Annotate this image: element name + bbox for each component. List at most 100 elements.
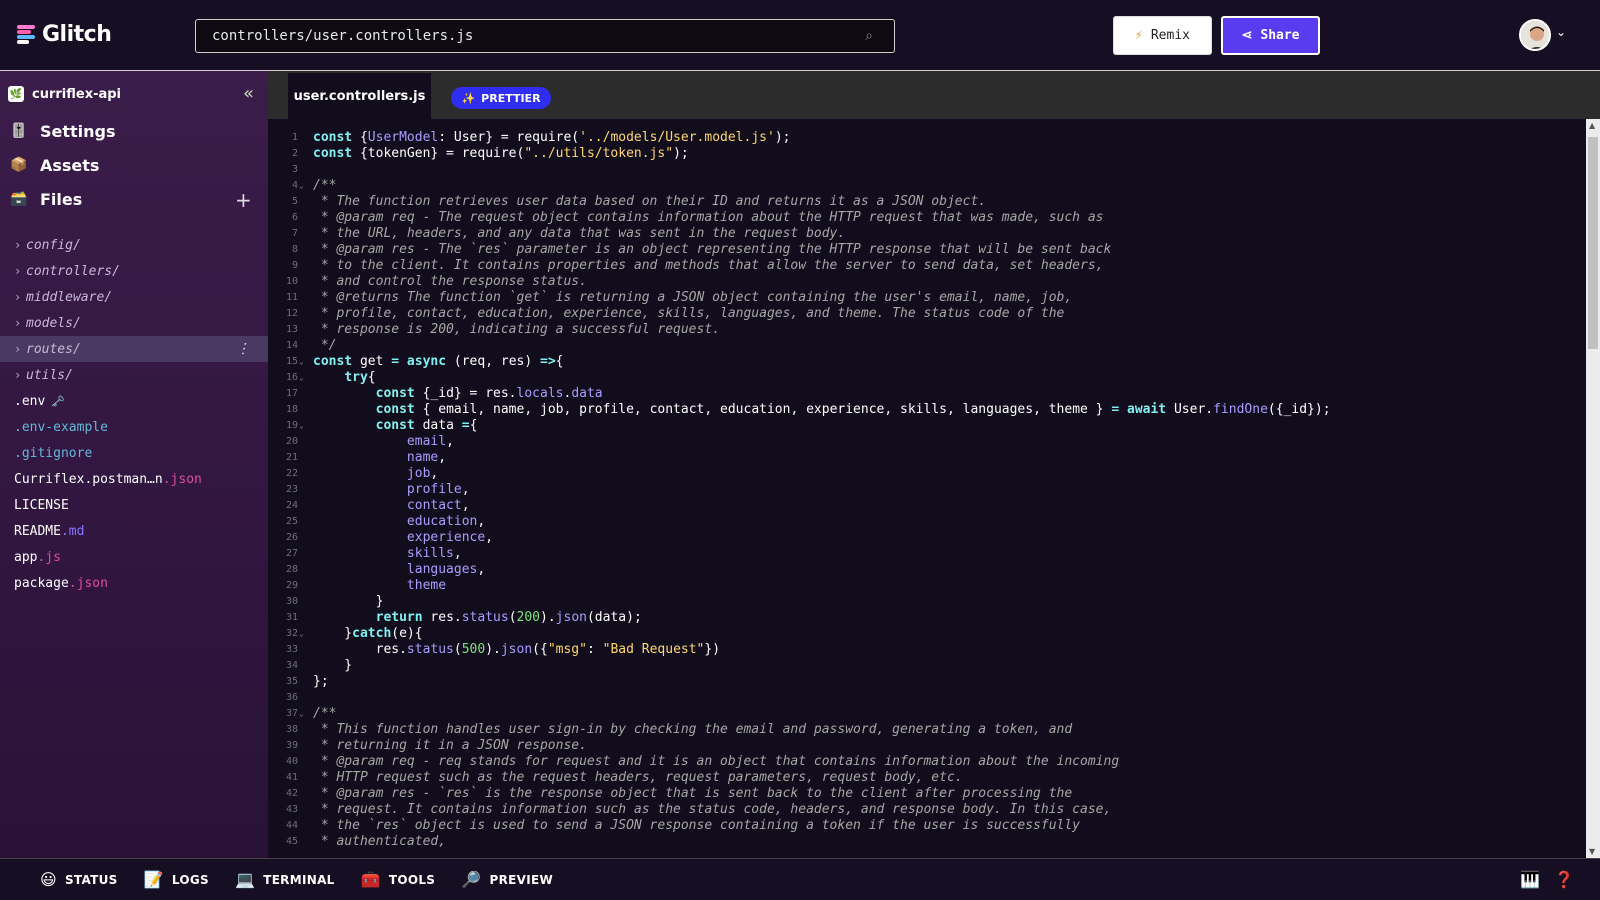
code-token: ,	[453, 546, 462, 561]
line-number: 44	[285, 820, 298, 831]
code-line: 36	[268, 690, 1586, 706]
scroll-thumb[interactable]	[1588, 137, 1598, 349]
search-input[interactable]	[212, 28, 860, 44]
folder-item[interactable]: › config/	[0, 232, 268, 258]
code-token: '../models/User.model.js'	[579, 130, 775, 145]
code-text: * This function handles user sign-in by …	[313, 722, 1072, 738]
line-number: 15	[285, 356, 298, 367]
line-number: 32	[285, 628, 298, 639]
folder-item[interactable]: › routes/ ⋮	[0, 336, 268, 362]
line-number: 19	[285, 420, 298, 431]
code-line: 40 * @param req - req stands for request…	[268, 754, 1586, 770]
folder-item[interactable]: › models/	[0, 310, 268, 336]
more-options-icon[interactable]: ⋮	[236, 341, 250, 357]
file-item[interactable]: app .js	[0, 544, 268, 570]
fold-icon[interactable]: ⌄	[299, 178, 304, 194]
folder-item[interactable]: › controllers/	[0, 258, 268, 284]
file-name: .env	[14, 393, 46, 409]
folder-item[interactable]: › middleware/	[0, 284, 268, 310]
collapse-sidebar-icon[interactable]: «	[243, 83, 254, 104]
fold-icon[interactable]: ⌄	[299, 354, 304, 370]
prettier-button[interactable]: ✨ PRETTIER	[451, 87, 551, 109]
code-token: {_id} = res.	[422, 386, 517, 401]
code-token: ,	[485, 530, 494, 545]
file-item[interactable]: Curriflex.postman…n .json	[0, 466, 268, 492]
vertical-scrollbar[interactable]: ▲ ▼	[1586, 119, 1600, 858]
project-header[interactable]: 🌿 curriflex-api	[8, 86, 121, 102]
search-box[interactable]: ⌕	[195, 19, 895, 53]
scroll-up-icon[interactable]: ▲	[1589, 121, 1595, 130]
fold-icon[interactable]: ⌄	[299, 370, 304, 386]
help-icon[interactable]: ❓	[1554, 870, 1574, 889]
keyboard-icon[interactable]: 🎹	[1520, 870, 1540, 889]
line-number: 2	[291, 148, 298, 159]
code-token: User.	[1173, 402, 1214, 417]
code-text: * @param req - The request object contai…	[313, 210, 1104, 226]
line-number: 33	[285, 644, 298, 655]
code-line: 27 skills,	[268, 546, 1586, 562]
fold-icon[interactable]: ⌄	[299, 706, 304, 722]
glitch-logo[interactable]: Glitch	[14, 22, 112, 47]
code-token: ,	[438, 450, 447, 465]
line-number: 13	[285, 324, 298, 335]
bottom-logs-button[interactable]: 📝 LOGS	[144, 870, 209, 889]
chevron-right-icon: ›	[14, 368, 22, 382]
add-file-icon[interactable]: +	[235, 188, 252, 212]
code-token: "msg"	[547, 642, 587, 657]
code-token: * The function retrieves user data based…	[313, 194, 987, 209]
line-number: 6	[291, 212, 298, 223]
chevron-down-icon[interactable]: ⌄	[1556, 25, 1566, 39]
file-item[interactable]: README .md	[0, 518, 268, 544]
fold-icon[interactable]: ⌄	[299, 418, 304, 434]
code-line: 20 email,	[268, 434, 1586, 450]
avatar-image	[1521, 21, 1549, 49]
file-item[interactable]: package .json	[0, 570, 268, 596]
code-text: const {tokenGen} = require("../utils/tok…	[313, 146, 689, 162]
file-item[interactable]: .env 🗝️	[0, 388, 268, 414]
avatar[interactable]	[1519, 19, 1551, 51]
code-token: };	[313, 674, 329, 689]
bottom-preview-button[interactable]: 🔎 PREVIEW	[461, 870, 553, 889]
share-button[interactable]: ⋖ Share	[1221, 16, 1320, 55]
remix-button[interactable]: ⚡ Remix	[1113, 16, 1212, 55]
code-token: languages	[406, 562, 478, 577]
file-name: README	[14, 523, 61, 539]
scroll-down-icon[interactable]: ▼	[1589, 847, 1595, 856]
glitch-fish-icon	[14, 24, 38, 46]
tab-user-controllers[interactable]: user.controllers.js	[288, 73, 431, 119]
file-name: .gitignore	[14, 445, 93, 461]
line-number: 45	[285, 836, 298, 847]
bottom-terminal-button[interactable]: 💻 TERMINAL	[235, 870, 335, 889]
sparkle-icon: ✨	[461, 91, 476, 105]
file-item[interactable]: .env-example	[0, 414, 268, 440]
code-line: 45 * authenticated,	[268, 834, 1586, 850]
code-line: 19 ⌄ const data ={	[268, 418, 1586, 434]
sidebar-item-settings[interactable]: 🎚️ Settings	[8, 120, 115, 142]
code-line: 2 const {tokenGen} = require("../utils/to…	[268, 146, 1586, 162]
fold-icon[interactable]: ⌄	[299, 626, 304, 642]
code-token: * @param req - req stands for request an…	[313, 754, 1120, 769]
sidebar-item-assets[interactable]: 📦 Assets	[8, 154, 99, 176]
bottom-tools-button[interactable]: 🧰 TOOLS	[361, 870, 436, 889]
search-icon[interactable]: ⌕	[860, 27, 878, 45]
code-line: 15 ⌄ const get = async (req, res) =>{	[268, 354, 1586, 370]
line-number: 20	[285, 436, 298, 447]
code-text: * @param res - `res` is the response obj…	[313, 786, 1072, 802]
file-item[interactable]: .gitignore	[0, 440, 268, 466]
code-editor[interactable]: 1 const {UserModel: User} = require('../m…	[268, 130, 1586, 854]
file-item[interactable]: LICENSE	[0, 492, 268, 518]
file-name: config/	[26, 237, 81, 253]
code-token: status	[461, 610, 509, 625]
code-text: languages,	[313, 562, 485, 578]
line-number: 11	[285, 292, 298, 303]
code-token: {tokenGen} = require(	[359, 146, 525, 161]
folder-item[interactable]: › utils/	[0, 362, 268, 388]
bottom-item-label: PREVIEW	[489, 872, 553, 887]
code-token: res.	[430, 610, 462, 625]
sidebar-item-files[interactable]: 🗃️ Files	[8, 188, 82, 210]
code-token: * authenticated,	[313, 834, 447, 849]
code-line: 43 * request. It contains information su…	[268, 802, 1586, 818]
code-line: 32 ⌄ }catch(e){	[268, 626, 1586, 642]
code-token: 200	[516, 610, 541, 625]
bottom-status-button[interactable]: 😃 STATUS	[40, 870, 118, 889]
